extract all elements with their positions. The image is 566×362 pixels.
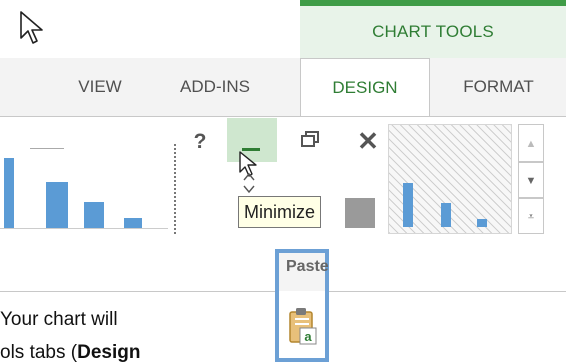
tab-design[interactable]: DESIGN xyxy=(300,58,430,118)
chart-tools-accent-bar xyxy=(300,0,566,6)
minimize-tooltip: Minimize xyxy=(238,196,322,228)
paste-label: Paste xyxy=(286,258,329,275)
help-button[interactable]: ? xyxy=(180,124,220,160)
chart-preview-shape xyxy=(345,198,375,228)
tab-view[interactable]: VIEW xyxy=(60,58,140,116)
body-text-line: Your chart will xyxy=(0,309,118,330)
gallery-more-button[interactable]: ⩡ xyxy=(518,198,544,234)
tab-format[interactable]: FORMAT xyxy=(436,58,561,116)
body-text-bold: Design xyxy=(77,342,141,362)
body-text-fragment: ols tabs ( xyxy=(0,342,78,362)
body-text-line: ols tabs (Design xyxy=(0,342,140,362)
tab-add-ins[interactable]: ADD-INS xyxy=(160,58,270,116)
close-button[interactable]: ✕ xyxy=(350,122,386,160)
paste-icon[interactable]: a xyxy=(288,306,318,346)
restore-icon xyxy=(301,131,319,147)
gallery-scroll-up-button[interactable]: ▲ xyxy=(518,124,544,162)
svg-text:a: a xyxy=(304,329,312,344)
mouse-pointer-icon xyxy=(20,11,43,44)
chart-style-thumbnail[interactable] xyxy=(0,126,176,236)
mouse-pointer-icon xyxy=(239,151,257,194)
gallery-scroll-down-button[interactable]: ▼ xyxy=(518,162,544,198)
chart-style-thumbnail-alt[interactable] xyxy=(388,124,512,234)
chart-tools-label: CHART TOOLS xyxy=(372,22,494,41)
restore-button[interactable] xyxy=(292,124,330,160)
